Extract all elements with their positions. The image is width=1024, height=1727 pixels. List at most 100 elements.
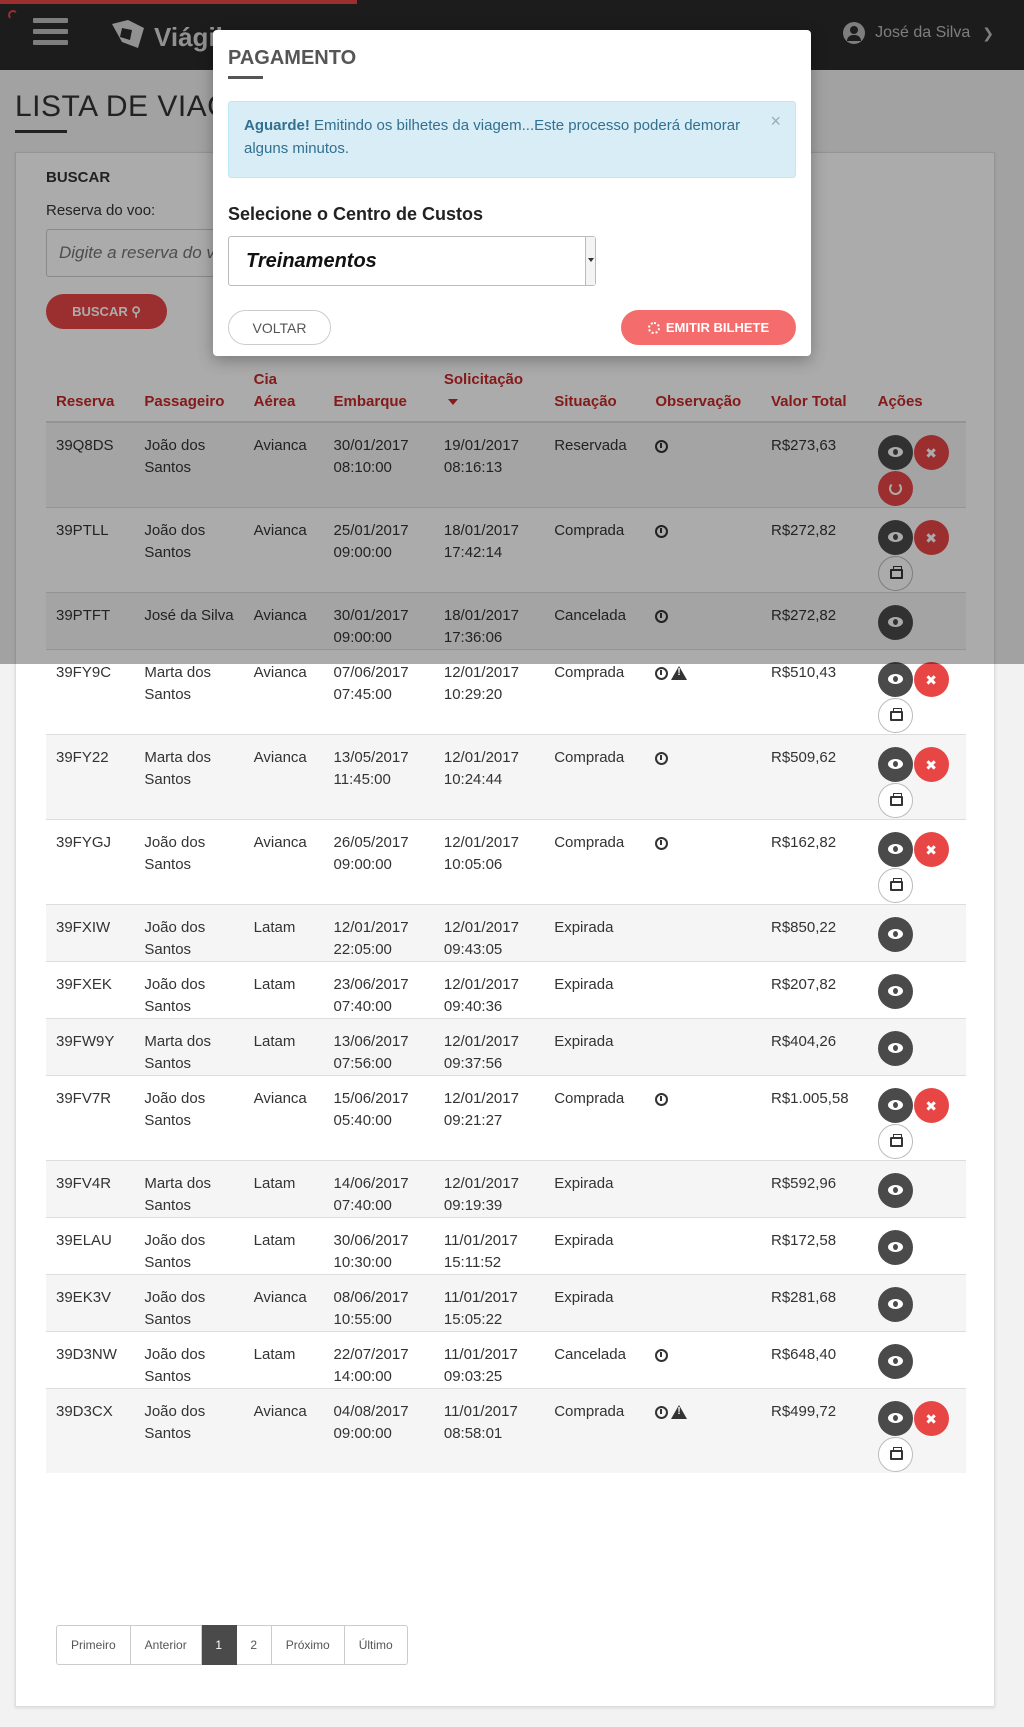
cell-valor: R$1.005,58 xyxy=(761,1075,868,1161)
view-button[interactable] xyxy=(877,1344,913,1379)
cost-center-select[interactable]: Treinamentos xyxy=(228,236,596,286)
cell-passageiro: João dos Santos xyxy=(134,1331,244,1389)
print-button[interactable] xyxy=(877,698,913,733)
cell-passageiro: João dos Santos xyxy=(134,1274,244,1332)
table-row: 39D3CX João dos Santos Avianca 04/08/2017 0… xyxy=(46,1388,966,1473)
clock-icon[interactable] xyxy=(655,1348,669,1362)
cancel-button[interactable]: ✖ xyxy=(913,747,949,782)
cell-acoes: ✖ xyxy=(867,1388,966,1473)
cell-reserva: 39FY22 xyxy=(46,734,135,820)
cell-valor: R$207,82 xyxy=(761,961,868,1019)
print-button[interactable] xyxy=(877,1437,913,1472)
view-button[interactable] xyxy=(877,747,913,782)
cell-cia: Latam xyxy=(243,1018,324,1076)
clock-icon[interactable] xyxy=(655,1092,669,1106)
page-link[interactable]: Anterior xyxy=(130,1625,202,1665)
cell-cia: Latam xyxy=(243,904,324,962)
print-button[interactable] xyxy=(877,868,913,903)
cell-solicitacao: 12/01/2017 09:21:27 xyxy=(433,1075,545,1161)
cancel-button[interactable]: ✖ xyxy=(913,1088,949,1123)
cell-embarque: 15/06/2017 05:40:00 xyxy=(323,1075,434,1161)
clock-icon[interactable] xyxy=(655,666,669,680)
eye-icon xyxy=(887,1043,903,1053)
cell-observacao xyxy=(645,1018,761,1076)
page-link[interactable]: Primeiro xyxy=(56,1625,131,1665)
table-row: 39FW9Y Marta dos Santos Latam 13/06/2017 07… xyxy=(46,1018,966,1076)
eye-icon xyxy=(887,674,903,684)
print-icon xyxy=(889,708,903,721)
cancel-button[interactable]: ✖ xyxy=(913,832,949,867)
cell-situacao: Comprada xyxy=(544,1388,646,1473)
back-button[interactable]: VOLTAR xyxy=(228,310,331,345)
clock-icon[interactable] xyxy=(655,836,669,850)
cell-reserva: 39ELAU xyxy=(46,1217,135,1275)
cell-situacao: Comprada xyxy=(544,819,646,905)
table-row: 39EK3V João dos Santos Avianca 08/06/2017 1… xyxy=(46,1274,966,1332)
close-icon: ✖ xyxy=(925,672,937,688)
cell-observacao xyxy=(645,1331,761,1389)
eye-icon xyxy=(887,929,903,939)
cell-embarque: 04/08/2017 09:00:00 xyxy=(323,1388,434,1473)
clock-icon[interactable] xyxy=(655,751,669,765)
cell-situacao: Expirada xyxy=(544,1018,646,1076)
cell-acoes xyxy=(867,1160,966,1218)
cell-embarque: 08/06/2017 10:55:00 xyxy=(323,1274,434,1332)
eye-icon xyxy=(887,1299,903,1309)
page-link[interactable]: 2 xyxy=(236,1625,272,1665)
cell-reserva: 39D3NW xyxy=(46,1331,135,1389)
cell-situacao: Expirada xyxy=(544,1160,646,1218)
cell-acoes xyxy=(867,961,966,1019)
print-button[interactable] xyxy=(877,1124,913,1159)
cell-embarque: 13/06/2017 07:56:00 xyxy=(323,1018,434,1076)
page-link[interactable]: 1 xyxy=(201,1625,237,1665)
view-button[interactable] xyxy=(877,974,913,1009)
view-button[interactable] xyxy=(877,1031,913,1066)
view-button[interactable] xyxy=(877,662,913,697)
view-button[interactable] xyxy=(877,1173,913,1208)
cell-embarque: 23/06/2017 07:40:00 xyxy=(323,961,434,1019)
eye-icon xyxy=(887,986,903,996)
view-button[interactable] xyxy=(877,1287,913,1322)
cell-valor: R$499,72 xyxy=(761,1388,868,1473)
page-link[interactable]: Próximo xyxy=(271,1625,345,1665)
table-row: 39FV4R Marta dos Santos Latam 14/06/2017 07… xyxy=(46,1160,966,1218)
cell-solicitacao: 12/01/2017 09:19:39 xyxy=(433,1160,545,1218)
cell-cia: Latam xyxy=(243,1331,324,1389)
close-icon[interactable]: × xyxy=(770,110,781,133)
print-icon xyxy=(889,1134,903,1147)
cell-cia: Latam xyxy=(243,1160,324,1218)
view-button[interactable] xyxy=(877,1088,913,1123)
cancel-button[interactable]: ✖ xyxy=(913,1401,949,1436)
cell-observacao xyxy=(645,1388,761,1473)
payment-modal: PAGAMENTO Aguarde! Emitindo os bilhetes … xyxy=(213,30,811,356)
cell-cia: Avianca xyxy=(243,819,324,905)
cell-reserva: 39D3CX xyxy=(46,1388,135,1473)
view-button[interactable] xyxy=(877,1230,913,1265)
alert-message: Emitindo os bilhetes da viagem...Este pr… xyxy=(244,117,741,157)
modal-title-underline xyxy=(228,76,263,79)
cell-situacao: Comprada xyxy=(544,1075,646,1161)
cell-passageiro: João dos Santos xyxy=(134,1388,244,1473)
view-button[interactable] xyxy=(877,1401,913,1436)
warning-icon[interactable] xyxy=(671,666,688,681)
cell-reserva: 39FV7R xyxy=(46,1075,135,1161)
cell-valor: R$162,82 xyxy=(761,819,868,905)
cell-solicitacao: 12/01/2017 10:24:44 xyxy=(433,734,545,820)
page-link[interactable]: Último xyxy=(344,1625,408,1665)
cell-reserva: 39FYGJ xyxy=(46,819,135,905)
eye-icon xyxy=(887,1413,903,1423)
table-row: 39FY22 Marta dos Santos Avianca 13/05/2017 … xyxy=(46,734,966,820)
view-button[interactable] xyxy=(877,917,913,952)
cell-valor: R$592,96 xyxy=(761,1160,868,1218)
eye-icon xyxy=(887,844,903,854)
cancel-button[interactable]: ✖ xyxy=(913,662,949,697)
close-icon: ✖ xyxy=(925,1411,937,1427)
close-icon: ✖ xyxy=(925,1098,937,1114)
print-button[interactable] xyxy=(877,783,913,818)
clock-icon[interactable] xyxy=(655,1405,669,1419)
cell-valor: R$281,68 xyxy=(761,1274,868,1332)
warning-icon[interactable] xyxy=(671,1405,688,1420)
emit-ticket-button[interactable]: EMITIR BILHETE xyxy=(621,310,796,345)
view-button[interactable] xyxy=(877,832,913,867)
cell-embarque: 13/05/2017 11:45:00 xyxy=(323,734,434,820)
